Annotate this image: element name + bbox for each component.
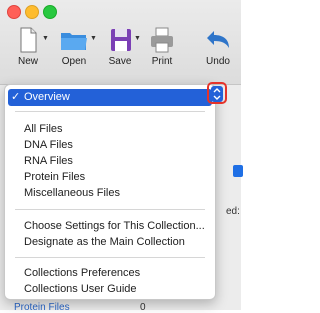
menu-separator: [15, 209, 205, 210]
selected-item-label: Overview: [24, 91, 70, 103]
new-menu-caret-icon: ▼: [42, 35, 49, 42]
menu-item-protein-files[interactable]: Protein Files: [24, 170, 210, 185]
minimize-window-button[interactable]: [25, 5, 39, 19]
menu-separator: [15, 111, 205, 112]
menu-item-designate-main-collection[interactable]: Designate as the Main Collection: [24, 235, 210, 250]
save-label: Save: [108, 56, 132, 67]
background-count: 0: [140, 302, 146, 313]
undo-label: Undo: [206, 56, 230, 67]
printer-icon: [151, 27, 173, 53]
highlight-outline: [207, 82, 227, 104]
menu-item-dna-files[interactable]: DNA Files: [24, 138, 210, 153]
save-button[interactable]: ▼ Save: [98, 26, 142, 67]
menu-item-choose-settings[interactable]: Choose Settings for This Collection...: [24, 219, 210, 234]
menu-item-all-files[interactable]: All Files: [24, 122, 210, 137]
background-checkbox[interactable]: [233, 165, 243, 177]
menu-separator: [15, 257, 205, 258]
menu-item-rna-files[interactable]: RNA Files: [24, 154, 210, 169]
undo-arrow-icon: [207, 31, 229, 48]
menu-item-collections-preferences[interactable]: Collections Preferences: [24, 266, 210, 281]
open-button[interactable]: ▼ Open: [52, 26, 97, 67]
new-document-icon: [20, 27, 37, 53]
background-list-item[interactable]: Protein Files: [14, 302, 70, 313]
open-menu-caret-icon: ▼: [90, 35, 97, 42]
floppy-disk-icon: [111, 29, 131, 51]
checkmark-icon: ✓: [11, 91, 21, 103]
undo-button[interactable]: Undo: [196, 26, 240, 67]
new-button[interactable]: ▼ New: [6, 26, 50, 67]
menu-item-collections-user-guide[interactable]: Collections User Guide: [24, 282, 210, 297]
toolbar: ▼ New ▼ Open ▼ Save Print Undo: [0, 0, 241, 85]
collection-popup-menu: ✓ Overview All Files DNA Files RNA Files…: [4, 84, 216, 300]
open-label: Open: [61, 56, 87, 67]
close-window-button[interactable]: [7, 5, 21, 19]
menu-item-miscellaneous-files[interactable]: Miscellaneous Files: [24, 186, 210, 201]
menu-item-overview[interactable]: ✓ Overview: [8, 89, 212, 106]
zoom-window-button[interactable]: [43, 5, 57, 19]
print-button[interactable]: Print: [140, 26, 184, 67]
new-label: New: [17, 56, 38, 67]
print-label: Print: [151, 56, 173, 67]
folder-icon: [61, 33, 87, 50]
background-label: ed:: [226, 206, 240, 217]
